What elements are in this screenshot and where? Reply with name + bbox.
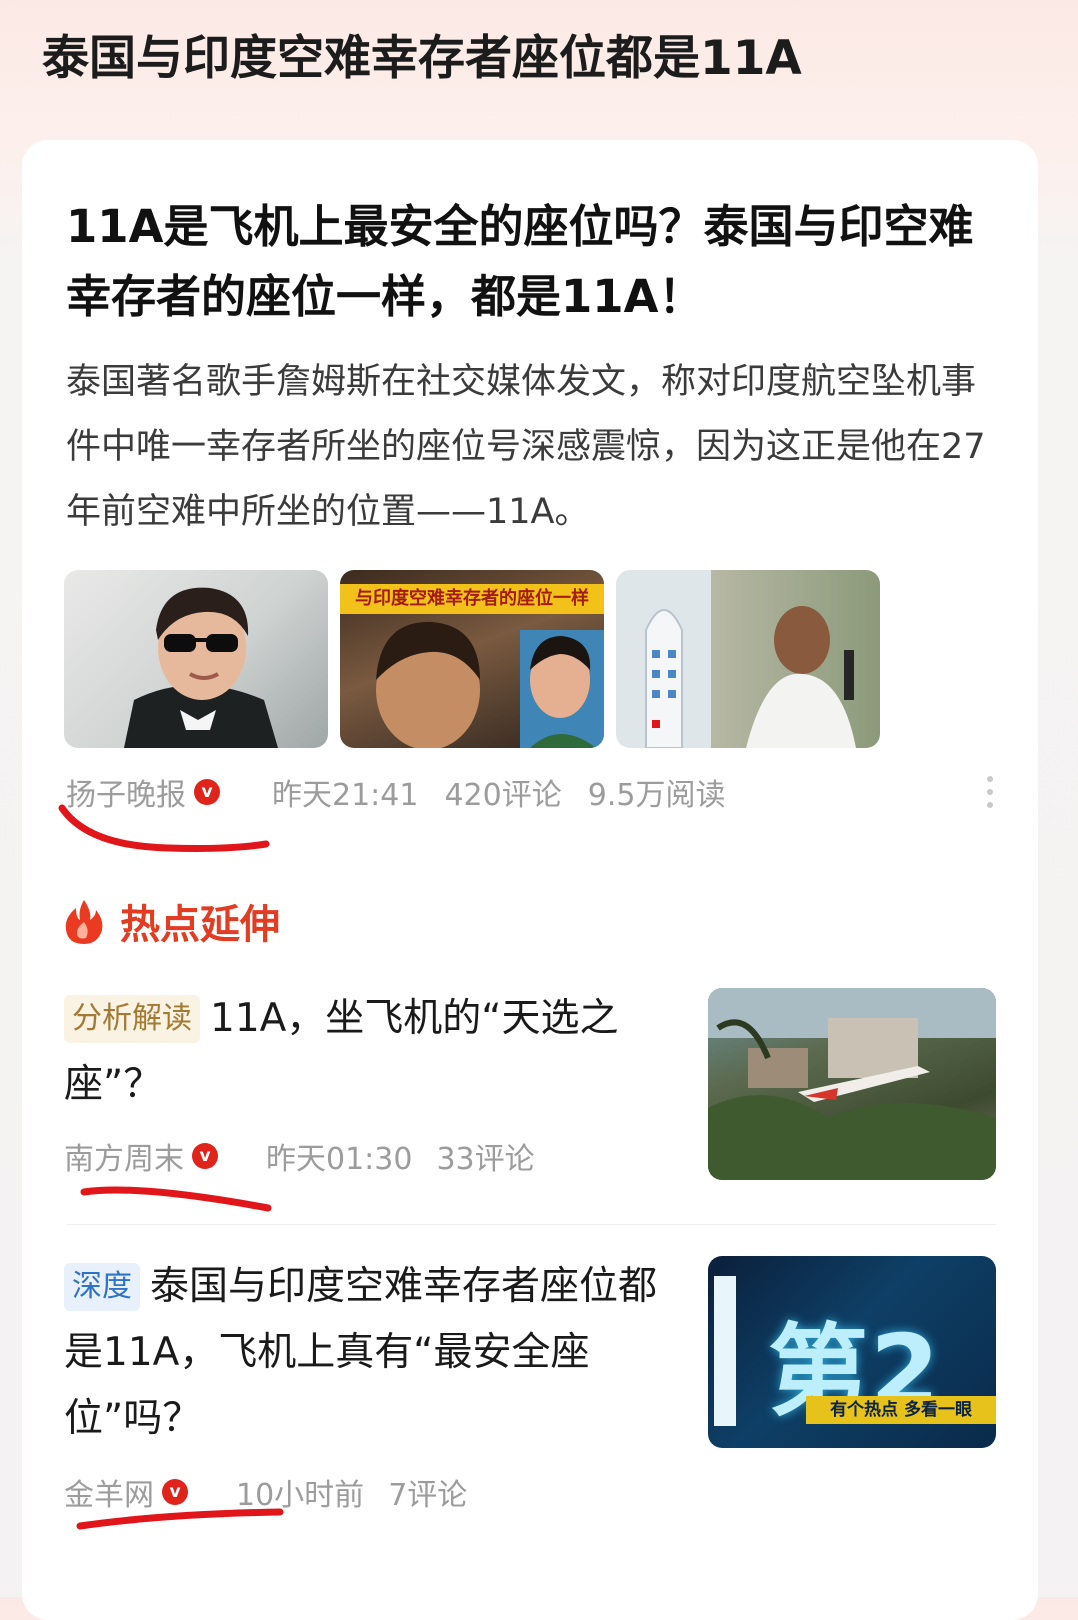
red-marker-underline (76, 1508, 284, 1530)
hot-section-header: 热点延伸 (64, 892, 280, 950)
verified-badge-icon: v (192, 1143, 218, 1169)
news-thumbnail-program[interactable]: 第2 有个热点 多看一眼 (708, 1256, 996, 1448)
red-marker-underline (58, 804, 270, 852)
news-tag: 分析解读 (64, 995, 200, 1043)
more-options-icon[interactable] (980, 772, 1000, 812)
news-card: 11A是飞机上最安全的座位吗？泰国与印空难幸存者的座位一样，都是11A！ 泰国著… (22, 140, 1038, 1620)
hot-section-title: 热点延伸 (120, 902, 280, 948)
article-reads: 9.5万阅读 (587, 778, 726, 813)
item-divider (66, 1224, 996, 1225)
article-comments[interactable]: 420评论 (444, 770, 561, 814)
article-thumbnail-seatmap[interactable] (616, 570, 880, 748)
article-summary[interactable]: 泰国著名歌手詹姆斯在社交媒体发文，称对印度航空坠机事件中唯一幸存者所坐的座位号深… (66, 350, 996, 545)
news-tag: 深度 (64, 1263, 140, 1311)
news-thumbnail-crash-site[interactable] (708, 988, 996, 1180)
news-comments[interactable]: 33评论 (436, 1134, 534, 1178)
news-item-analysis[interactable]: 分析解读 11A，坐飞机的“天选之座”？ 南方周末 v 昨天01:30 33评论 (64, 986, 1004, 1186)
thumbnail-show-bar: 有个热点 多看一眼 (806, 1396, 996, 1424)
news-time: 昨天01:30 (266, 1142, 413, 1177)
news-item-title[interactable]: 深度 泰国与印度空难幸存者座位都是11A，飞机上真有“最安全座位”吗？ (64, 1254, 676, 1452)
article-thumbnail-comparison[interactable]: 与印度空难幸存者的座位一样 (340, 570, 604, 748)
article-thumbnails: 与印度空难幸存者的座位一样 (64, 570, 884, 748)
page-title: 泰国与印度空难幸存者座位都是11A (42, 31, 802, 86)
news-item-title[interactable]: 分析解读 11A，坐飞机的“天选之座”？ (64, 986, 676, 1118)
flame-icon (65, 900, 103, 944)
news-comments[interactable]: 7评论 (388, 1470, 467, 1514)
news-source[interactable]: 南方周末 v (64, 1134, 242, 1178)
news-item-meta: 南方周末 v 昨天01:30 33评论 (64, 1134, 559, 1178)
article-thumbnail-singer[interactable] (64, 570, 328, 748)
article-time: 昨天21:41 (272, 778, 419, 813)
article-headline[interactable]: 11A是飞机上最安全的座位吗？泰国与印空难幸存者的座位一样，都是11A！ (66, 192, 996, 332)
red-marker-underline (80, 1186, 272, 1212)
news-item-depth[interactable]: 深度 泰国与印度空难幸存者座位都是11A，飞机上真有“最安全座位”吗？ 金羊网 v… (64, 1254, 1004, 1514)
